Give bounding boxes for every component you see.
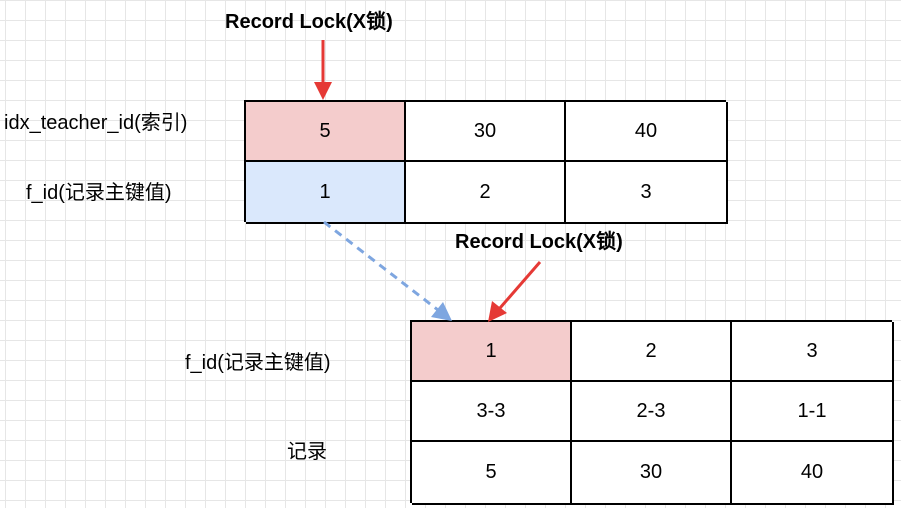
record-id-row-label: f_id(记录主键值) <box>185 352 331 374</box>
index-row-label: idx_teacher_id(索引) <box>4 112 188 134</box>
index-cell-locked: 5 <box>246 102 406 162</box>
index-cell: 30 <box>406 102 566 162</box>
index-cell: 40 <box>566 102 728 162</box>
record-value-cell: 40 <box>732 442 894 505</box>
record-row-label: 记录 <box>287 441 327 463</box>
bottom-lock-title: Record Lock(X锁) <box>455 231 623 253</box>
record-value-cell: 30 <box>572 442 732 505</box>
index-table: 5 30 40 1 2 3 <box>244 100 728 224</box>
record-id-cell-locked: 1 <box>412 322 572 382</box>
record-id-cell: 2 <box>572 322 732 382</box>
record-table: 1 2 3 3-3 2-3 1-1 5 30 40 <box>410 320 894 505</box>
index-primary-key-cell: 3 <box>566 162 728 224</box>
record-value-cell: 1-1 <box>732 382 894 442</box>
index-primary-key-cell: 2 <box>406 162 566 224</box>
index-primary-key-cell-highlighted: 1 <box>246 162 406 224</box>
record-value-cell: 3-3 <box>412 382 572 442</box>
primary-key-row-label: f_id(记录主键值) <box>26 182 172 204</box>
record-value-cell: 2-3 <box>572 382 732 442</box>
record-value-cell: 5 <box>412 442 572 505</box>
lock-arrow-top <box>314 40 332 100</box>
lock-arrow-bottom <box>488 261 542 322</box>
record-id-cell: 3 <box>732 322 894 382</box>
top-lock-title: Record Lock(X锁) <box>225 11 393 33</box>
primary-key-lookup-arrow <box>323 220 452 321</box>
